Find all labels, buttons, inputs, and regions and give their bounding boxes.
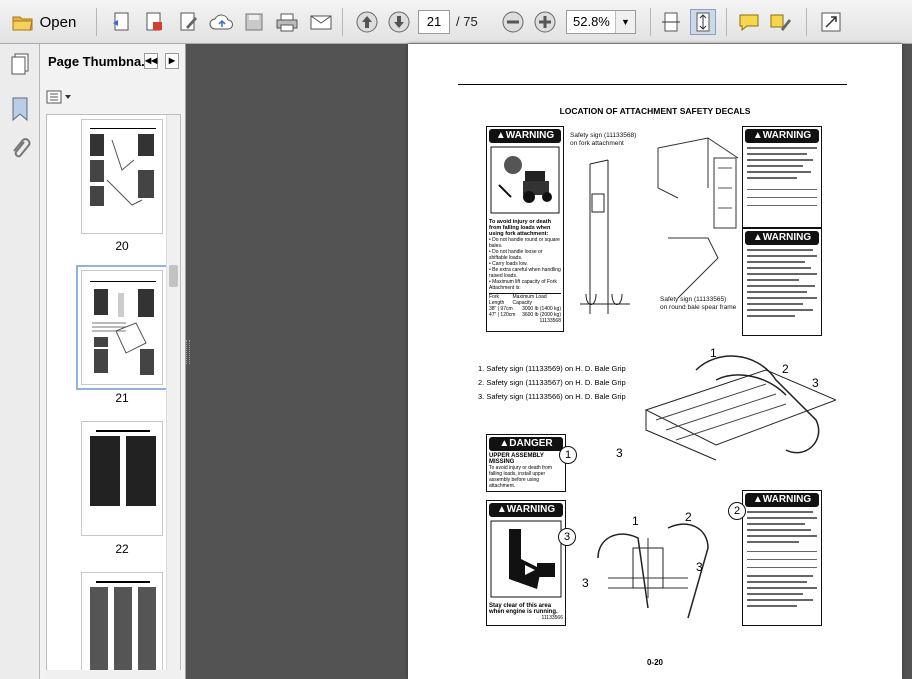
thumbnail-page-20[interactable] bbox=[81, 119, 163, 234]
warning-header: ▲WARNING bbox=[745, 493, 819, 507]
danger-text: To avoid injury or death from falling lo… bbox=[489, 465, 553, 489]
callout-number: 3 bbox=[582, 576, 589, 590]
bale-grip-drawing-top bbox=[644, 355, 836, 461]
page-total: / 75 bbox=[456, 14, 478, 29]
document-page: LOCATION OF ATTACHMENT SAFETY DECALS ▲WA… bbox=[408, 44, 902, 679]
attachment-icon[interactable] bbox=[9, 136, 31, 167]
decal-fork-col: Maximum Load Capacity bbox=[512, 294, 547, 306]
falling-load-pictogram bbox=[490, 146, 560, 214]
warning-header: ▲WARNING bbox=[489, 503, 563, 517]
page-thumbnails-panel: Page Thumbna... ◀◀ ▶ 20 21 22 bbox=[40, 44, 186, 679]
collapse-panel-icon[interactable]: ◀◀ bbox=[144, 53, 158, 69]
zoom-in-icon[interactable] bbox=[532, 9, 558, 35]
list-item: 2. Safety sign (11133567) on H. D. Bale … bbox=[478, 378, 626, 387]
decal-fork-bullet: • Do not handle loose or shiftable loads… bbox=[489, 249, 543, 261]
danger-decal: ▲DANGER UPPER ASSEMBLY MISSING To avoid … bbox=[486, 434, 566, 492]
thumbnail-scrollbar[interactable] bbox=[166, 115, 180, 673]
thumbnail-page-22[interactable] bbox=[81, 421, 163, 536]
warning-header: ▲WARNING bbox=[745, 231, 819, 245]
decal-fork-col: Fork Length bbox=[489, 294, 505, 306]
thumbnail-page-21[interactable] bbox=[76, 265, 168, 390]
page-footer-number: 0-20 bbox=[646, 658, 663, 667]
share-cloud-icon[interactable] bbox=[208, 9, 236, 35]
warning-header: ▲WARNING bbox=[745, 129, 819, 143]
fit-page-icon[interactable] bbox=[690, 9, 716, 35]
warning-decal-crush: ▲WARNING Stay clear of this area when en… bbox=[486, 500, 566, 626]
warning-decal-bale-grip: ▲WARNING bbox=[742, 490, 822, 626]
bale-grip-drawing-bottom bbox=[597, 523, 709, 619]
page-number-input[interactable]: 21 bbox=[418, 10, 450, 34]
decal-fork-text: To avoid injury or death from falling lo… bbox=[489, 219, 551, 237]
callout-number: 2 bbox=[782, 362, 789, 376]
callout-number: 1 bbox=[632, 514, 639, 528]
caption-spear: Safety sign (11133565) on round bale spe… bbox=[660, 296, 737, 311]
fork-attachment-drawing bbox=[580, 159, 630, 314]
warning-decal-spear-bottom: ▲WARNING bbox=[742, 228, 822, 336]
toolbar: Open 21 / 75 52.8% ▼ bbox=[0, 0, 912, 44]
previous-page-icon[interactable] bbox=[354, 9, 380, 35]
thumbnail-label: 21 bbox=[115, 391, 129, 405]
panel-title: Page Thumbna... bbox=[48, 53, 153, 69]
list-item: 3. Safety sign (11133566) on H. D. Bale … bbox=[478, 392, 626, 401]
safety-sign-list: 1. Safety sign (11133569) on H. D. Bale … bbox=[478, 362, 626, 404]
callout-number: 3 bbox=[616, 446, 623, 460]
callout-number: 1 bbox=[710, 346, 717, 360]
warning-decal-fork: ▲WARNING To avoid injury or death from f… bbox=[486, 126, 564, 332]
bookmark-icon[interactable] bbox=[9, 96, 31, 127]
save-icon[interactable] bbox=[242, 9, 266, 35]
full-screen-icon[interactable] bbox=[818, 9, 844, 35]
thumbnail-page-23[interactable] bbox=[81, 572, 163, 673]
panel-resize-handle[interactable] bbox=[186, 340, 190, 364]
print-icon[interactable] bbox=[274, 9, 300, 35]
callout-circle: 3 bbox=[558, 528, 576, 546]
fit-width-icon[interactable] bbox=[658, 9, 684, 35]
thumbnail-options-icon[interactable] bbox=[46, 90, 74, 107]
highlight-icon[interactable] bbox=[768, 9, 794, 35]
crush-hazard-pictogram bbox=[490, 520, 562, 598]
danger-subtitle: UPPER ASSEMBLY MISSING bbox=[489, 453, 544, 465]
navigation-rail bbox=[0, 44, 40, 679]
thumbnail-list[interactable]: 20 21 22 bbox=[46, 114, 181, 674]
zoom-select[interactable]: 52.8% ▼ bbox=[566, 10, 636, 34]
comment-icon[interactable] bbox=[736, 9, 762, 35]
callout-circle: 1 bbox=[559, 446, 577, 464]
warning-decal-spear-top: ▲WARNING bbox=[742, 126, 822, 228]
caption-fork: Safety sign (11133568) on fork attachmen… bbox=[570, 132, 637, 147]
list-item: 1. Safety sign (11133569) on H. D. Bale … bbox=[478, 364, 626, 373]
callout-number: 3 bbox=[812, 376, 819, 390]
warning-header: ▲WARNING bbox=[489, 129, 561, 143]
chevron-down-icon[interactable]: ▼ bbox=[615, 11, 635, 33]
thumbnail-horizontal-scrollbar[interactable] bbox=[46, 670, 181, 679]
callout-circle: 2 bbox=[728, 502, 746, 520]
decal-fork-bullet: • Maximum lift capacity of Fork Attachme… bbox=[489, 279, 557, 291]
decal-fork-cell: 47" | 120cm bbox=[489, 312, 516, 318]
next-page-icon[interactable] bbox=[386, 9, 412, 35]
decal-fork-bullet: • Do not handle round or square bales. bbox=[489, 237, 560, 249]
email-icon[interactable] bbox=[308, 9, 334, 35]
decal-fork-code: 11133568 bbox=[539, 318, 561, 324]
open-button-label: Open bbox=[39, 13, 77, 31]
expand-panel-icon[interactable]: ▶ bbox=[165, 53, 179, 69]
open-button[interactable]: Open bbox=[6, 9, 82, 35]
create-pdf-icon[interactable] bbox=[110, 9, 134, 35]
panel-header: Page Thumbna... ◀◀ ▶ bbox=[40, 44, 185, 78]
page-title: LOCATION OF ATTACHMENT SAFETY DECALS bbox=[559, 106, 751, 116]
danger-header: ▲DANGER bbox=[489, 437, 563, 451]
pages-icon[interactable] bbox=[9, 52, 31, 81]
thumbnail-label: 22 bbox=[115, 542, 129, 556]
thumbnail-label: 20 bbox=[115, 239, 129, 253]
callout-number: 3 bbox=[696, 560, 703, 574]
zoom-value: 52.8% bbox=[573, 14, 610, 29]
decal-fork-bullet: • Be extra careful when handling raised … bbox=[489, 267, 561, 279]
crush-code: 11133566 bbox=[541, 615, 563, 621]
crush-text: Stay clear of this area when engine is r… bbox=[489, 603, 558, 615]
export-pdf-icon[interactable] bbox=[142, 9, 166, 35]
zoom-out-icon[interactable] bbox=[500, 9, 526, 35]
edit-pdf-icon[interactable] bbox=[176, 9, 200, 35]
callout-number: 2 bbox=[685, 510, 692, 524]
folder-icon bbox=[12, 16, 33, 31]
